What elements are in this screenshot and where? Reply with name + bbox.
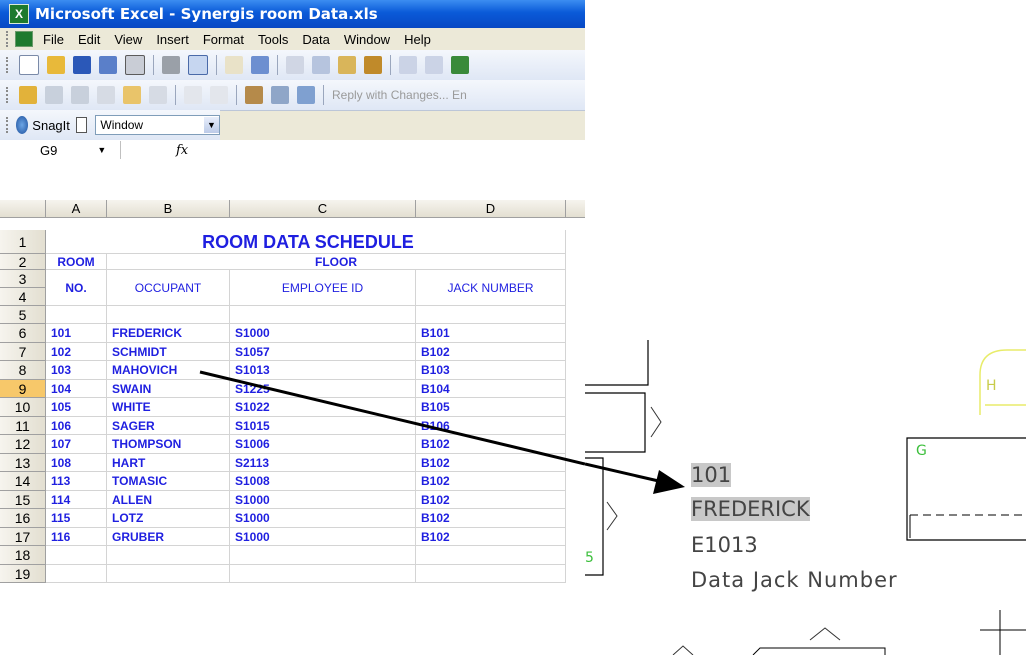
annotation-arrow [585, 462, 664, 484]
cad-fixture [752, 647, 886, 655]
arrowhead-icon [653, 470, 685, 494]
wall-line [585, 340, 649, 386]
door-swing [650, 406, 662, 438]
room-label-5: 5 [585, 550, 594, 566]
cad-jack-number[interactable]: Data Jack Number [691, 568, 898, 592]
room-label-g: G [916, 443, 927, 459]
door-swing [606, 501, 618, 531]
wall-line [585, 392, 646, 453]
cad-room-number[interactable]: 101 [691, 463, 732, 487]
cad-employee-id[interactable]: E1013 [691, 533, 758, 557]
cad-occupant-text: FREDERICK [691, 497, 810, 521]
cad-symbol [809, 627, 841, 641]
excel-window: X Microsoft Excel - Synergis room Data.x… [0, 0, 585, 655]
cad-room-number-text: 101 [691, 463, 732, 487]
annotation-arrow-layer [199, 370, 585, 466]
cad-occupant[interactable]: FREDERICK [691, 497, 810, 521]
annotation-arrow [199, 370, 585, 466]
room-label-h: H [986, 378, 997, 394]
cad-drawing[interactable]: H G 5 101 FREDERICK E1013 Data Jack Numb… [585, 0, 1026, 655]
cad-linework [585, 340, 1026, 655]
cad-symbol [672, 645, 694, 655]
